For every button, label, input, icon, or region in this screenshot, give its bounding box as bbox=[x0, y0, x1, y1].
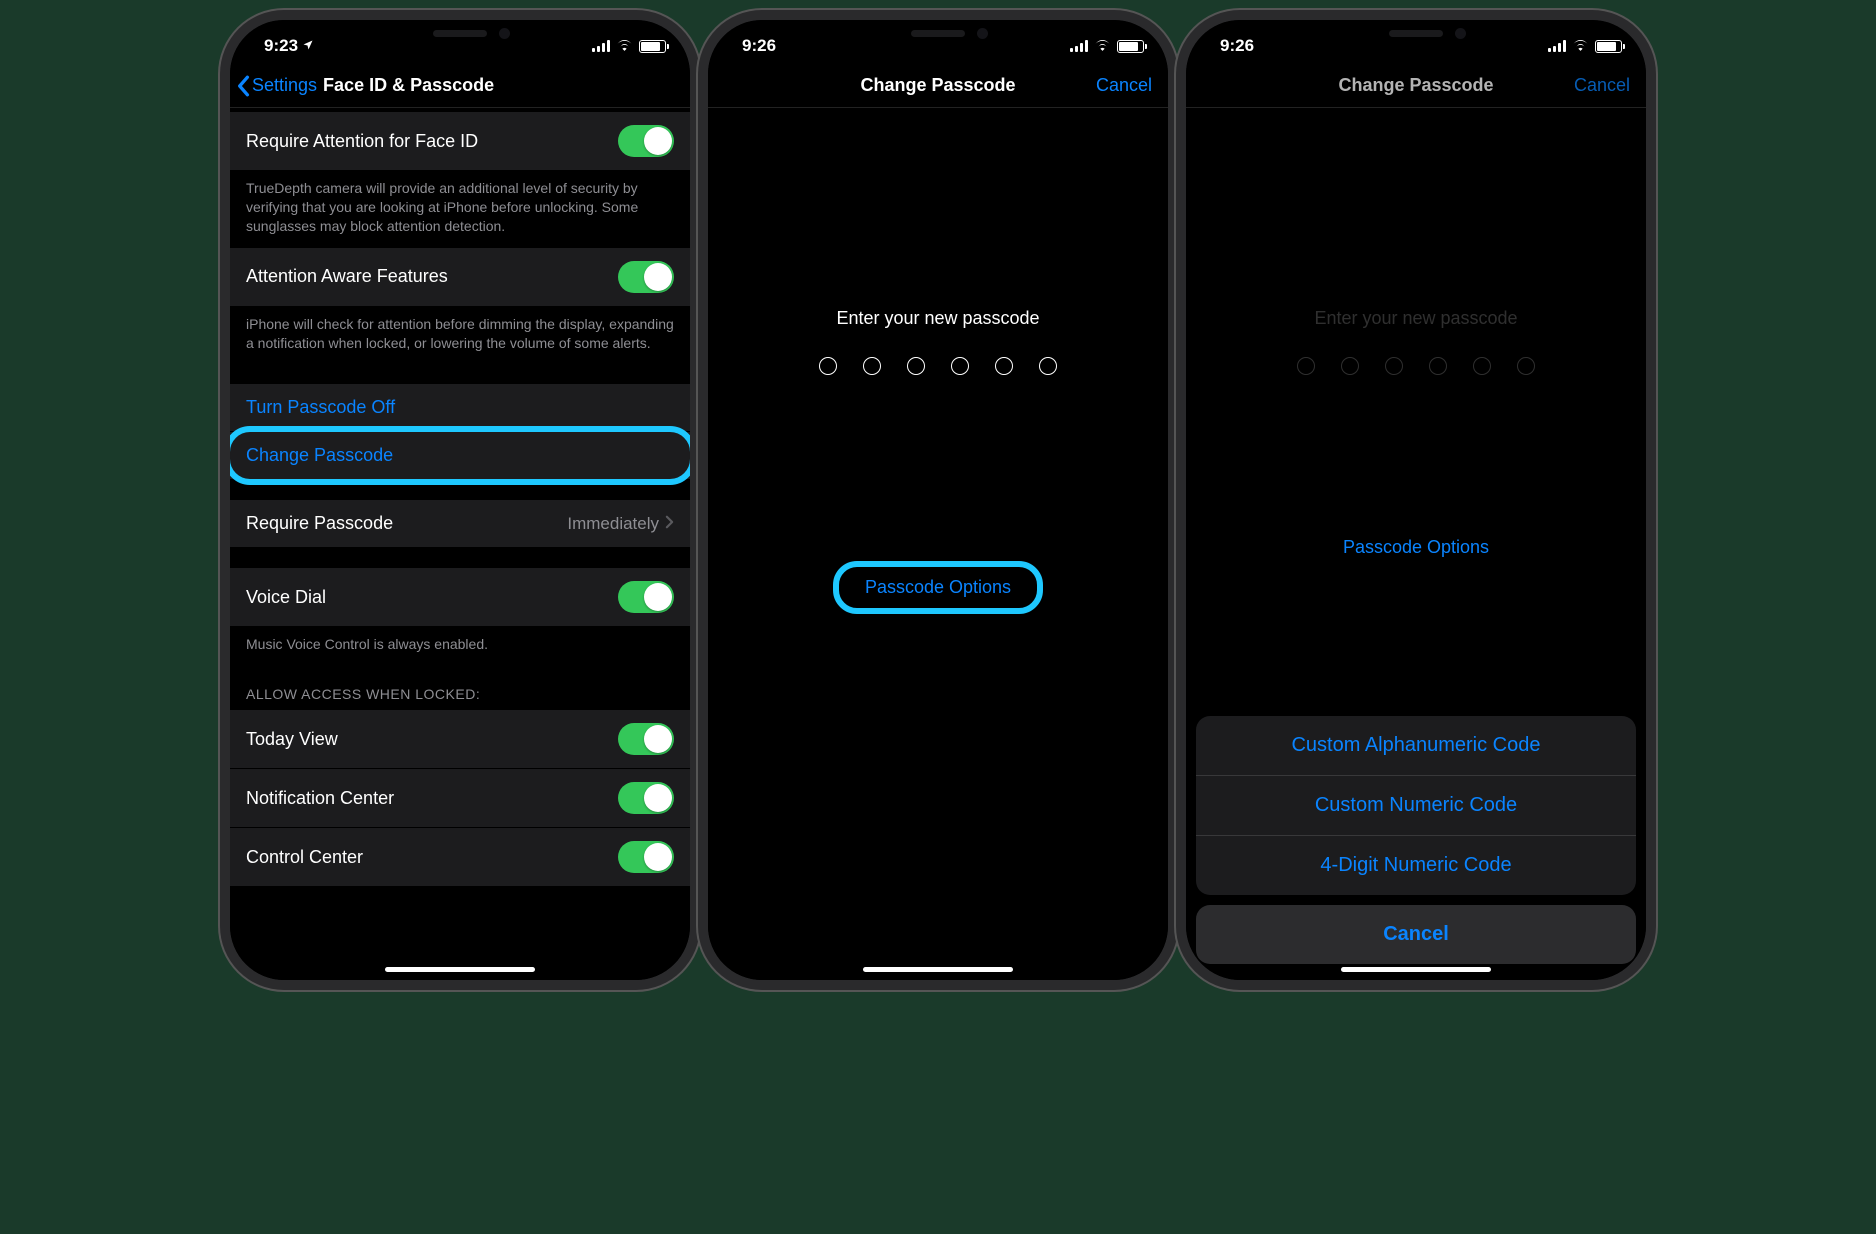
today-view-row[interactable]: Today View bbox=[230, 710, 690, 769]
row-detail: Immediately bbox=[567, 514, 659, 534]
row-label: Change Passcode bbox=[246, 445, 393, 466]
phone-1-faceid-settings: 9:23 Settings Face ID & Passcode bbox=[230, 20, 690, 980]
option-custom-alphanumeric[interactable]: Custom Alphanumeric Code bbox=[1196, 716, 1636, 776]
status-time: 9:26 bbox=[742, 36, 776, 56]
row-label: Notification Center bbox=[246, 788, 394, 809]
cellular-icon bbox=[592, 40, 610, 52]
battery-icon bbox=[1117, 40, 1144, 53]
wifi-icon bbox=[1094, 36, 1111, 56]
battery-icon bbox=[639, 40, 666, 53]
home-indicator[interactable] bbox=[863, 967, 1013, 972]
passcode-options-label: Passcode Options bbox=[1343, 537, 1489, 557]
toggle-switch[interactable] bbox=[618, 581, 674, 613]
row-label: Attention Aware Features bbox=[246, 266, 448, 287]
toggle-switch[interactable] bbox=[618, 782, 674, 814]
phone-3-passcode-options-sheet: 9:26 Change Passcode Cancel Enter your n… bbox=[1186, 20, 1646, 980]
passcode-options-button[interactable]: Passcode Options bbox=[843, 565, 1033, 610]
require-passcode-row[interactable]: Require Passcode Immediately bbox=[230, 500, 690, 548]
nav-bar: Change Passcode Cancel bbox=[1186, 64, 1646, 108]
cancel-button[interactable]: Cancel bbox=[1574, 75, 1630, 96]
notch bbox=[833, 20, 1043, 50]
chevron-right-icon bbox=[665, 513, 674, 534]
home-indicator[interactable] bbox=[1341, 967, 1491, 972]
section-header: ALLOW ACCESS WHEN LOCKED: bbox=[230, 666, 690, 710]
passcode-options-label: Passcode Options bbox=[865, 577, 1011, 597]
location-icon bbox=[302, 36, 314, 56]
action-sheet-options: Custom Alphanumeric Code Custom Numeric … bbox=[1196, 716, 1636, 895]
notification-center-row[interactable]: Notification Center bbox=[230, 769, 690, 828]
passcode-prompt: Enter your new passcode bbox=[836, 308, 1039, 329]
control-center-row[interactable]: Control Center bbox=[230, 828, 690, 887]
wifi-icon bbox=[616, 36, 633, 56]
passcode-entry: Enter your new passcode Passcode Options bbox=[708, 108, 1168, 980]
row-label: Require Passcode bbox=[246, 513, 393, 534]
toggle-switch[interactable] bbox=[618, 125, 674, 157]
option-4-digit-numeric[interactable]: 4-Digit Numeric Code bbox=[1196, 836, 1636, 895]
nav-bar: Settings Face ID & Passcode bbox=[230, 64, 690, 108]
cancel-button[interactable]: Cancel bbox=[1096, 75, 1152, 96]
status-time: 9:26 bbox=[1220, 36, 1254, 56]
cellular-icon bbox=[1548, 40, 1566, 52]
option-custom-numeric[interactable]: Custom Numeric Code bbox=[1196, 776, 1636, 836]
back-label: Settings bbox=[252, 75, 317, 96]
attention-aware-row[interactable]: Attention Aware Features bbox=[230, 248, 690, 307]
passcode-dots bbox=[1297, 357, 1535, 375]
passcode-options-button[interactable]: Passcode Options bbox=[1321, 525, 1511, 570]
change-passcode-row[interactable]: Change Passcode bbox=[230, 432, 690, 480]
row-footer: iPhone will check for attention before d… bbox=[230, 307, 690, 365]
notch bbox=[1311, 20, 1521, 50]
action-sheet-cancel[interactable]: Cancel bbox=[1196, 905, 1636, 964]
row-label: Turn Passcode Off bbox=[246, 397, 395, 418]
row-label: Require Attention for Face ID bbox=[246, 131, 478, 152]
toggle-switch[interactable] bbox=[618, 723, 674, 755]
wifi-icon bbox=[1572, 36, 1589, 56]
row-footer: Music Voice Control is always enabled. bbox=[230, 627, 690, 666]
voice-dial-row[interactable]: Voice Dial bbox=[230, 568, 690, 627]
passcode-prompt: Enter your new passcode bbox=[1314, 308, 1517, 329]
back-button[interactable]: Settings bbox=[230, 75, 317, 97]
row-label: Today View bbox=[246, 729, 338, 750]
status-time: 9:23 bbox=[264, 36, 298, 56]
passcode-dots bbox=[819, 357, 1057, 375]
row-label: Control Center bbox=[246, 847, 363, 868]
row-footer: TrueDepth camera will provide an additio… bbox=[230, 171, 690, 248]
turn-passcode-off-row[interactable]: Turn Passcode Off bbox=[230, 384, 690, 432]
require-attention-row[interactable]: Require Attention for Face ID bbox=[230, 112, 690, 171]
phone-2-change-passcode: 9:26 Change Passcode Cancel Enter your n… bbox=[708, 20, 1168, 980]
row-label: Voice Dial bbox=[246, 587, 326, 608]
toggle-switch[interactable] bbox=[618, 261, 674, 293]
home-indicator[interactable] bbox=[385, 967, 535, 972]
settings-list[interactable]: Require Attention for Face ID TrueDepth … bbox=[230, 108, 690, 980]
nav-bar: Change Passcode Cancel bbox=[708, 64, 1168, 108]
toggle-switch[interactable] bbox=[618, 841, 674, 873]
cellular-icon bbox=[1070, 40, 1088, 52]
battery-icon bbox=[1595, 40, 1622, 53]
action-sheet: Custom Alphanumeric Code Custom Numeric … bbox=[1196, 716, 1636, 964]
page-title: Face ID & Passcode bbox=[323, 75, 494, 96]
notch bbox=[355, 20, 565, 50]
